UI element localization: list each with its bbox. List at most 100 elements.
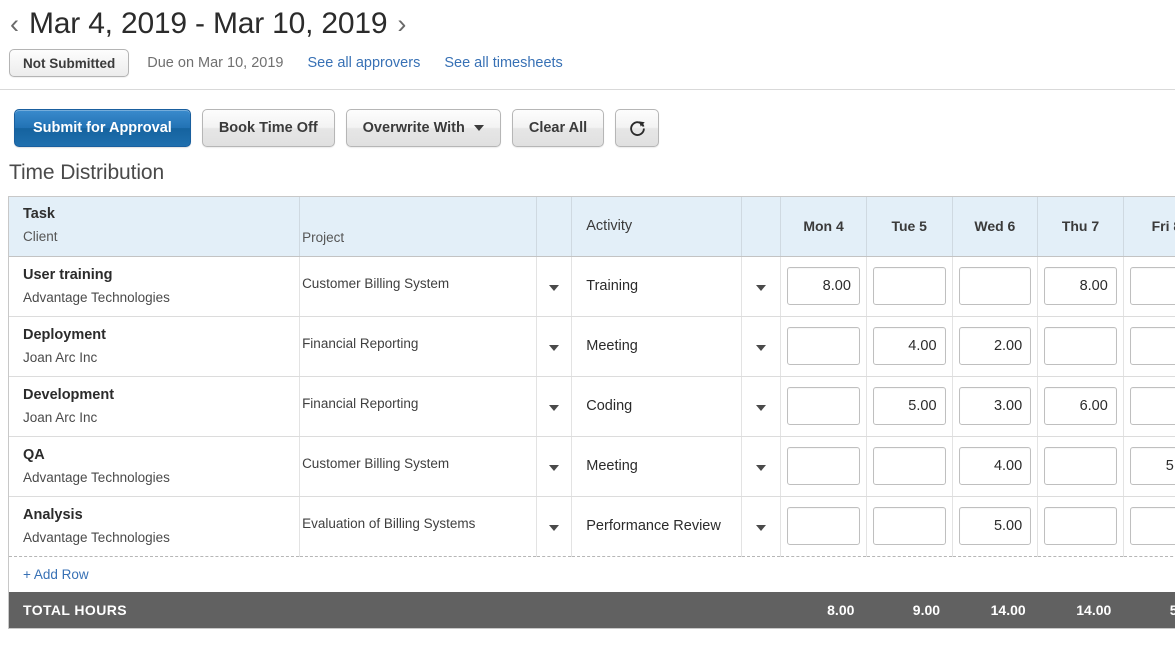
hours-cell-tue bbox=[866, 256, 952, 316]
see-all-timesheets-link[interactable]: See all timesheets bbox=[444, 55, 562, 71]
hours-cell-mon bbox=[781, 256, 867, 316]
hours-input-fri[interactable] bbox=[1130, 507, 1175, 545]
hours-input-tue[interactable] bbox=[873, 327, 946, 365]
column-header-day-tue: Tue 5 bbox=[866, 197, 952, 256]
hours-cell-mon bbox=[781, 316, 867, 376]
hours-input-mon[interactable] bbox=[787, 327, 860, 365]
task-name: Deployment bbox=[23, 326, 299, 344]
activity-name: Training bbox=[572, 256, 741, 316]
hours-input-tue[interactable] bbox=[873, 267, 946, 305]
chevron-down-icon bbox=[549, 285, 559, 291]
hours-input-tue[interactable] bbox=[873, 387, 946, 425]
client-name: Advantage Technologies bbox=[23, 530, 299, 547]
task-picker-button[interactable] bbox=[536, 316, 572, 376]
clear-all-button[interactable]: Clear All bbox=[512, 109, 604, 147]
hours-cell-tue bbox=[866, 496, 952, 556]
hours-cell-tue bbox=[866, 316, 952, 376]
hours-cell-wed bbox=[952, 256, 1038, 316]
hours-input-thu[interactable] bbox=[1044, 507, 1117, 545]
due-date-label: Due on Mar 10, 2019 bbox=[147, 55, 283, 71]
hours-input-wed[interactable] bbox=[959, 447, 1032, 485]
activity-name: Meeting bbox=[572, 316, 741, 376]
next-week-arrow[interactable]: › bbox=[395, 11, 408, 38]
project-name: Financial Reporting bbox=[300, 316, 537, 376]
hours-input-mon[interactable] bbox=[787, 387, 860, 425]
activity-picker-button[interactable] bbox=[741, 436, 781, 496]
chevron-down-icon bbox=[756, 525, 766, 531]
hours-input-wed[interactable] bbox=[959, 387, 1032, 425]
hours-input-wed[interactable] bbox=[959, 327, 1032, 365]
project-name: Evaluation of Billing Systems bbox=[300, 496, 537, 556]
task-picker-button[interactable] bbox=[536, 256, 572, 316]
total-hours-fri: 5.00 bbox=[1123, 592, 1175, 628]
hours-input-mon[interactable] bbox=[787, 447, 860, 485]
chevron-down-icon bbox=[549, 405, 559, 411]
status-badge[interactable]: Not Submitted bbox=[9, 49, 129, 77]
hours-input-mon[interactable] bbox=[787, 507, 860, 545]
hours-cell-fri bbox=[1123, 436, 1175, 496]
hours-input-fri[interactable] bbox=[1130, 447, 1175, 485]
previous-week-arrow[interactable]: ‹ bbox=[8, 11, 21, 38]
chevron-down-icon bbox=[756, 345, 766, 351]
task-picker-button[interactable] bbox=[536, 436, 572, 496]
hours-input-thu[interactable] bbox=[1044, 387, 1117, 425]
table-row: QA Advantage Technologies Customer Billi… bbox=[9, 436, 1175, 496]
chevron-down-icon bbox=[756, 465, 766, 471]
activity-picker-button[interactable] bbox=[741, 256, 781, 316]
hours-input-fri[interactable] bbox=[1130, 387, 1175, 425]
refresh-button[interactable] bbox=[615, 109, 659, 147]
activity-picker-button[interactable] bbox=[741, 316, 781, 376]
hours-cell-fri bbox=[1123, 316, 1175, 376]
hours-input-tue[interactable] bbox=[873, 447, 946, 485]
hours-cell-tue bbox=[866, 436, 952, 496]
table-row: Development Joan Arc Inc Financial Repor… bbox=[9, 376, 1175, 436]
activity-picker-button[interactable] bbox=[741, 496, 781, 556]
hours-input-thu[interactable] bbox=[1044, 267, 1117, 305]
hours-input-fri[interactable] bbox=[1130, 327, 1175, 365]
see-all-approvers-link[interactable]: See all approvers bbox=[307, 55, 420, 71]
activity-picker-button[interactable] bbox=[741, 376, 781, 436]
hours-input-wed[interactable] bbox=[959, 267, 1032, 305]
add-row-link[interactable]: + Add Row bbox=[9, 567, 1175, 582]
overwrite-with-label: Overwrite With bbox=[363, 120, 465, 136]
project-name: Customer Billing System bbox=[300, 256, 537, 316]
task-picker-button[interactable] bbox=[536, 376, 572, 436]
total-hours-wed: 14.00 bbox=[952, 592, 1038, 628]
hours-cell-mon bbox=[781, 376, 867, 436]
table-row: User training Advantage Technologies Cus… bbox=[9, 256, 1175, 316]
activity-name: Meeting bbox=[572, 436, 741, 496]
hours-cell-wed bbox=[952, 316, 1038, 376]
refresh-icon bbox=[629, 120, 646, 137]
chevron-down-icon bbox=[549, 345, 559, 351]
overwrite-with-button[interactable]: Overwrite With bbox=[346, 109, 501, 147]
task-picker-button[interactable] bbox=[536, 496, 572, 556]
table-body: User training Advantage Technologies Cus… bbox=[9, 256, 1175, 592]
add-row-cell: + Add Row bbox=[9, 556, 1175, 592]
submit-for-approval-button[interactable]: Submit for Approval bbox=[14, 109, 191, 147]
hours-input-mon[interactable] bbox=[787, 267, 860, 305]
chevron-down-icon bbox=[756, 405, 766, 411]
hours-cell-fri bbox=[1123, 496, 1175, 556]
task-name: Development bbox=[23, 386, 299, 404]
column-header-day-wed: Wed 6 bbox=[952, 197, 1038, 256]
column-header-task-caret-spacer bbox=[536, 197, 572, 256]
task-name: User training bbox=[23, 266, 299, 284]
table-row: Analysis Advantage Technologies Evaluati… bbox=[9, 496, 1175, 556]
date-navigation: ‹ Mar 4, 2019 - Mar 10, 2019 › bbox=[0, 0, 1175, 42]
chevron-down-icon bbox=[756, 285, 766, 291]
column-header-day-fri: Fri 8 bbox=[1123, 197, 1175, 256]
hours-input-wed[interactable] bbox=[959, 507, 1032, 545]
hours-input-thu[interactable] bbox=[1044, 447, 1117, 485]
task-cell: Deployment Joan Arc Inc bbox=[9, 316, 300, 376]
book-time-off-button[interactable]: Book Time Off bbox=[202, 109, 335, 147]
total-hours-label-cell: TOTAL HOURS bbox=[9, 592, 781, 628]
table-footer: TOTAL HOURS 8.00 9.00 14.00 14.00 5.00 bbox=[9, 592, 1175, 628]
hours-cell-thu bbox=[1038, 256, 1124, 316]
table-header-row: Task Client Project Activity Mon 4 Tue 5… bbox=[9, 197, 1175, 256]
task-name: QA bbox=[23, 446, 299, 464]
client-name: Advantage Technologies bbox=[23, 290, 299, 307]
hours-input-fri[interactable] bbox=[1130, 267, 1175, 305]
hours-input-tue[interactable] bbox=[873, 507, 946, 545]
hours-input-thu[interactable] bbox=[1044, 327, 1117, 365]
table-header: Task Client Project Activity Mon 4 Tue 5… bbox=[9, 197, 1175, 256]
